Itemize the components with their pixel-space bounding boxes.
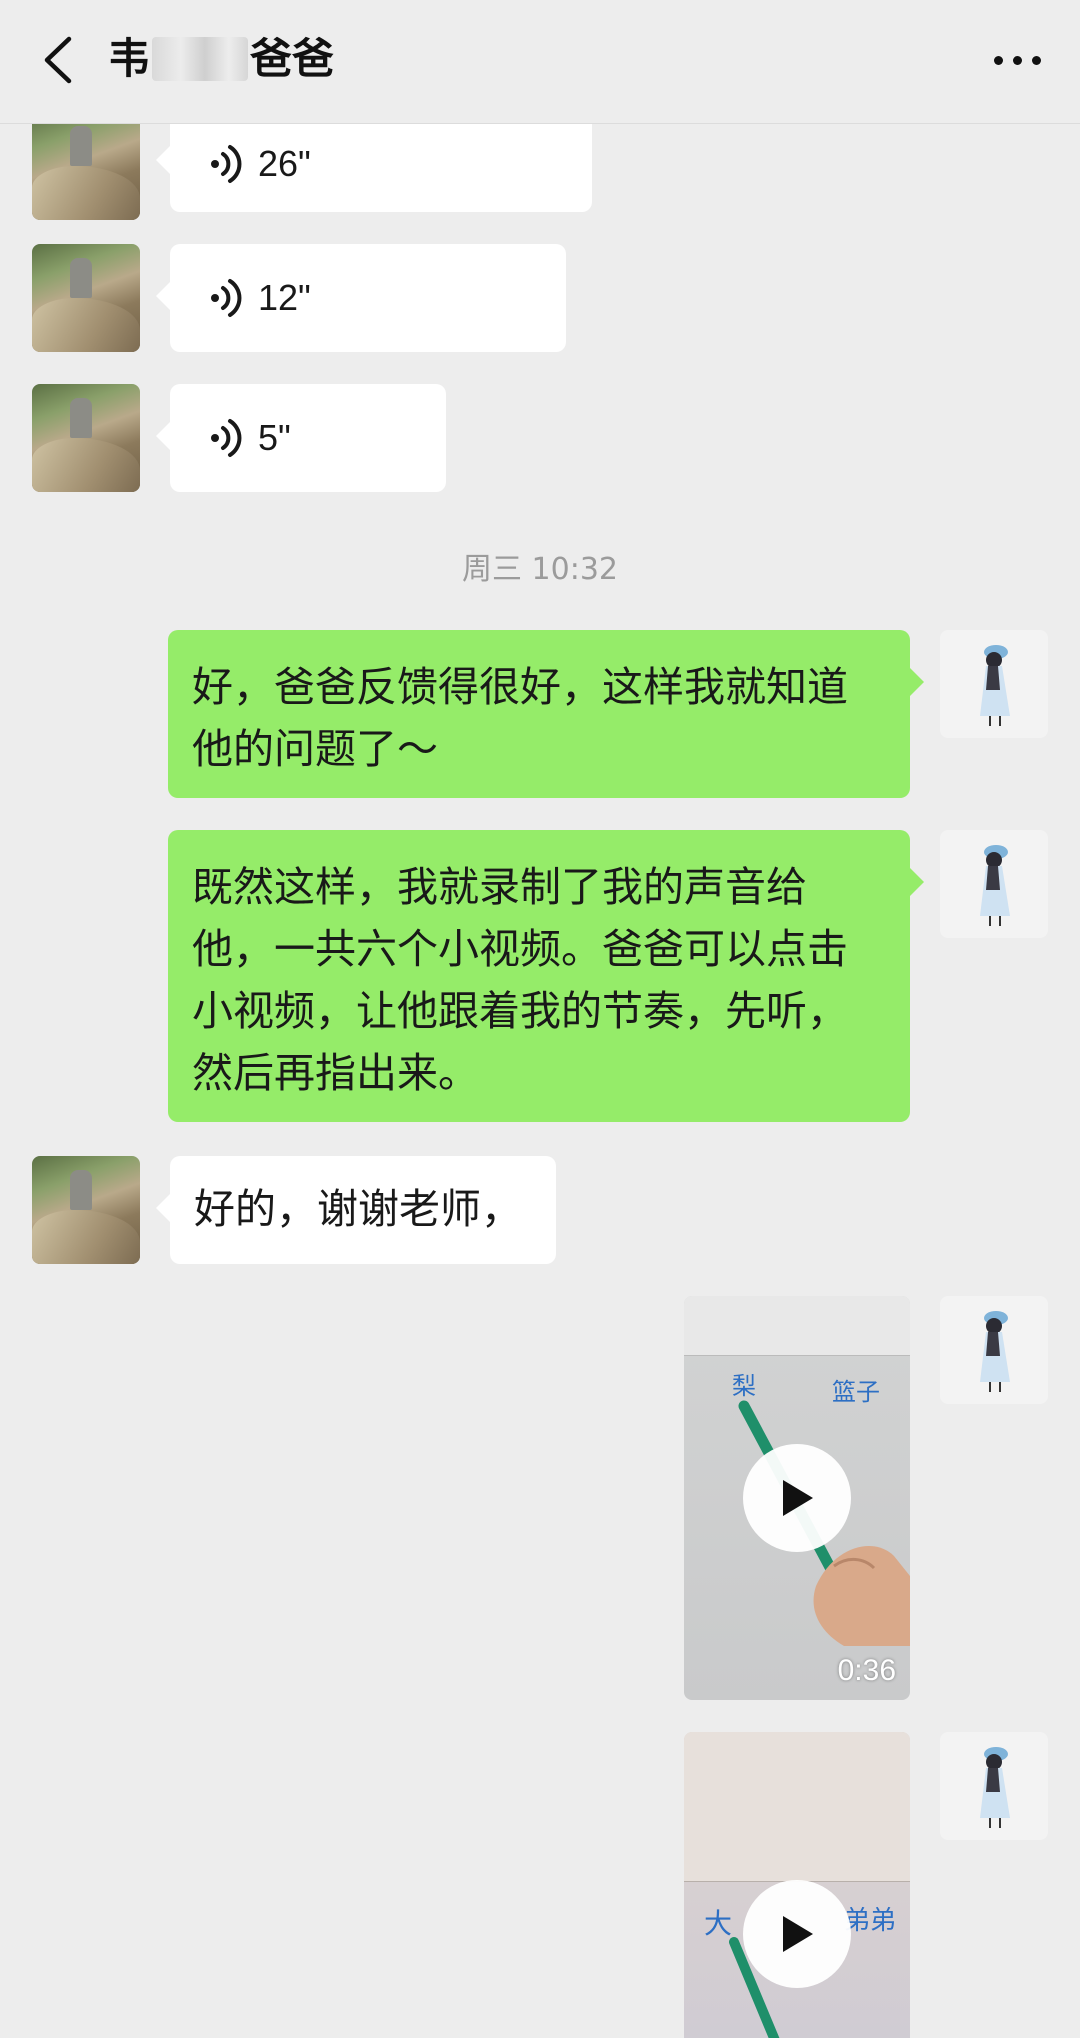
sent-text-message[interactable]: 好，爸爸反馈得很好，这样我就知道他的问题了～ xyxy=(168,630,924,798)
title-prefix: 韦 xyxy=(108,34,151,83)
voice-wave-icon xyxy=(211,279,242,317)
chat-title: 韦 爸爸 xyxy=(108,28,334,90)
voice-duration: 26" xyxy=(258,143,311,184)
girl-figure-icon xyxy=(980,845,1010,926)
contact-avatar[interactable] xyxy=(32,1156,140,1264)
play-button[interactable] xyxy=(743,1444,851,1552)
back-button[interactable] xyxy=(28,30,88,90)
message-text: 既然这样，我就录制了我的声音给他，一共六个小视频。爸爸可以点击小视频，让他跟着我… xyxy=(192,863,848,1097)
contact-avatar[interactable] xyxy=(32,384,140,492)
chevron-left-icon xyxy=(44,36,72,84)
handwritten-word: 弟弟 xyxy=(844,1906,897,1936)
video-message[interactable]: 梨 篮子 0:36 xyxy=(684,1296,910,1700)
my-avatar[interactable] xyxy=(940,1296,1048,1404)
voice-message[interactable]: 26" xyxy=(156,124,592,212)
more-dot xyxy=(1012,55,1022,65)
voice-duration: 5" xyxy=(258,417,291,458)
received-text-message[interactable]: 好的，谢谢老师， xyxy=(156,1156,556,1264)
more-dot xyxy=(993,55,1003,65)
video-duration: 0:36 xyxy=(837,1654,896,1687)
chat-header: 韦 爸爸 xyxy=(0,0,1080,124)
contact-avatar[interactable] xyxy=(32,244,140,352)
voice-message[interactable]: 5" xyxy=(156,384,446,492)
girl-figure-icon xyxy=(980,1747,1010,1828)
video-thumbnail-paper xyxy=(684,1296,910,1356)
video-thumbnail-paper xyxy=(684,1732,910,1882)
more-dot xyxy=(1031,55,1041,65)
title-suffix: 爸爸 xyxy=(250,34,335,83)
message-timestamp: 周三 10:32 xyxy=(462,552,618,587)
voice-message[interactable]: 12" xyxy=(156,244,566,352)
girl-figure-icon xyxy=(980,1311,1010,1392)
more-button[interactable] xyxy=(984,36,1050,84)
blurred-name xyxy=(152,37,249,81)
play-button[interactable] xyxy=(743,1880,851,1988)
my-avatar[interactable] xyxy=(940,630,1048,738)
play-icon xyxy=(783,1916,813,1952)
play-icon xyxy=(783,1480,813,1516)
message-list[interactable]: 26" 12" 5" 周三 10:32 好，爸爸反馈得很好，这样我就知道他的问题… xyxy=(0,124,1080,2038)
my-avatar[interactable] xyxy=(940,1732,1048,1840)
message-text: 好的，谢谢老师， xyxy=(194,1185,522,1233)
my-avatar[interactable] xyxy=(940,830,1048,938)
video-message[interactable]: 大 弟弟 xyxy=(684,1732,910,2038)
voice-duration: 12" xyxy=(258,277,311,318)
voice-wave-icon xyxy=(211,145,242,183)
voice-wave-icon xyxy=(211,419,242,457)
contact-avatar[interactable] xyxy=(32,124,140,220)
girl-figure-icon xyxy=(980,645,1010,726)
sent-text-message[interactable]: 既然这样，我就录制了我的声音给他，一共六个小视频。爸爸可以点击小视频，让他跟着我… xyxy=(168,830,924,1122)
message-text: 好，爸爸反馈得很好，这样我就知道他的问题了～ xyxy=(192,663,848,773)
